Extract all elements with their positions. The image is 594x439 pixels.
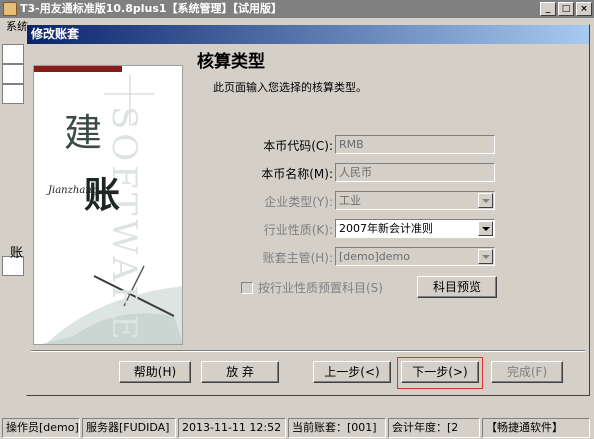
status-datetime: 2013-11-11 12:52 [178, 418, 286, 438]
chevron-down-icon[interactable] [478, 221, 493, 236]
subject-preview-button[interactable]: 科目预览 [417, 276, 497, 298]
panel-char-jian: 建 [64, 111, 103, 155]
enterprise-type-value: 工业 [339, 194, 361, 207]
status-bar: 操作员[demo] 服务器[FUDIDA] 2013-11-11 12:52 当… [0, 417, 594, 439]
help-button[interactable]: 帮助(H) [119, 361, 191, 383]
preset-subjects-checkbox[interactable] [241, 281, 253, 294]
currency-name-row: 本币名称(M): [239, 163, 335, 183]
chevron-down-icon[interactable] [478, 193, 493, 208]
enterprise-type-select[interactable]: 工业 [335, 191, 495, 210]
supervisor-row: 账套主管(H): [239, 247, 335, 267]
next-step-button[interactable]: 下一步(>) [401, 361, 479, 383]
currency-name-label: 本币名称(M): [261, 166, 333, 181]
status-brand: 【畅捷通软件】 [482, 418, 590, 438]
status-operator: 操作员[demo] [2, 418, 80, 438]
background-cell [2, 44, 24, 64]
preset-subjects-option[interactable]: 按行业性质预置科目(S) [241, 279, 383, 296]
finish-button[interactable]: 完成(F) [491, 361, 563, 383]
background-cell [2, 64, 24, 84]
page-subtitle: 此页面输入您选择的核算类型。 [213, 81, 367, 94]
status-server: 服务器[FUDIDA] [82, 418, 176, 438]
supervisor-value: [demo]demo [339, 250, 410, 263]
app-title: T3-用友通标准版10.8plus1【系统管理】【试用版】 [20, 2, 283, 15]
industry-value: 2007年新会计准则 [339, 222, 433, 235]
dialog-title: 修改账套 [27, 25, 589, 44]
minimize-button[interactable]: _ [540, 2, 556, 16]
industry-select[interactable]: 2007年新会计准则 [335, 219, 495, 238]
app-icon [3, 2, 17, 16]
status-fiscal-year: 会计年度：[2 [388, 418, 480, 438]
background-cell [2, 84, 24, 104]
status-current-account: 当前账套：[001] [288, 418, 386, 438]
close-button[interactable]: × [576, 2, 592, 16]
page-title: 核算类型 [197, 52, 265, 72]
decorative-panel: SOFTWARE 建 账 Jianzhang [33, 65, 183, 345]
currency-code-row: 本币代码(C): [239, 135, 335, 155]
abandon-button[interactable]: 放 弃 [201, 361, 279, 383]
preset-subjects-label: 按行业性质预置科目(S) [258, 281, 383, 295]
currency-code-label: 本币代码(C): [263, 138, 333, 153]
modify-account-dialog: 修改账套 SOFTWARE 建 账 Jianzhang 核算类型 此页面输入您选… [26, 24, 590, 396]
industry-row: 行业性质(K): [239, 219, 335, 239]
currency-code-field[interactable]: RMB [335, 135, 495, 154]
supervisor-label: 账套主管(H): [262, 250, 333, 265]
footer-divider [31, 350, 585, 352]
prev-step-button[interactable]: 上一步(<) [313, 361, 391, 383]
background-grid [0, 36, 26, 416]
panel-pinyin: Jianzhang [48, 185, 99, 196]
industry-label: 行业性质(K): [263, 222, 333, 237]
background-label: 账 [10, 246, 24, 261]
enterprise-type-row: 企业类型(Y): [239, 191, 335, 211]
supervisor-select[interactable]: [demo]demo [335, 247, 495, 266]
currency-name-field[interactable]: 人民币 [335, 163, 495, 182]
app-title-bar: T3-用友通标准版10.8plus1【系统管理】【试用版】 _ □ × [0, 0, 594, 18]
watermark-text: SOFTWARE [104, 106, 144, 344]
enterprise-type-label: 企业类型(Y): [264, 194, 333, 209]
chevron-down-icon[interactable] [478, 249, 493, 264]
maximize-button[interactable]: □ [558, 2, 574, 16]
